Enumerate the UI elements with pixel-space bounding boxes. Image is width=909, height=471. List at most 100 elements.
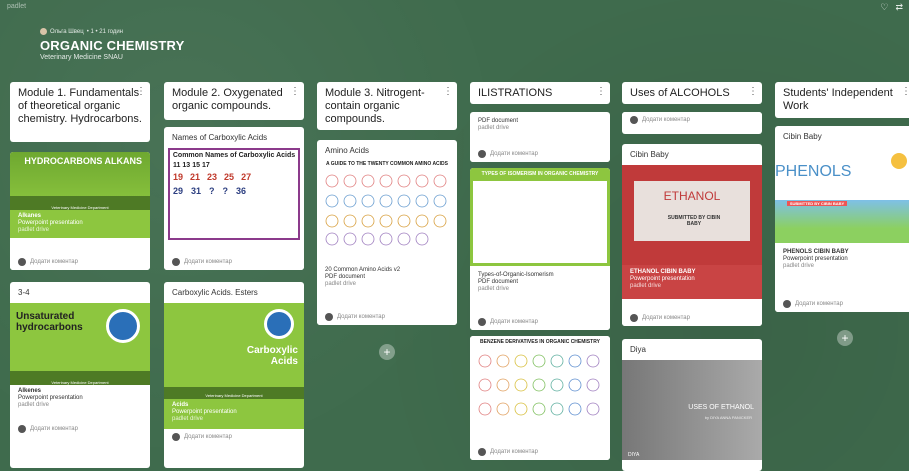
avatar[interactable] [40,28,47,35]
card-title: Cibin Baby [630,150,669,159]
avatar [783,300,791,308]
thumb-title: TYPES OF ISOMERISM IN ORGANIC CHEMISTRY [481,171,599,177]
add-comment[interactable]: Додати коментар [164,429,304,445]
column-independent-work: Students' Independent Work ⋮ [775,82,909,118]
attachment-source: padlet drive [478,286,510,292]
card-phenols[interactable]: Cibin Baby PHENOLS SUBMITTED BY CIBIN BA… [775,126,909,312]
board-title: ORGANIC CHEMISTRY [40,38,185,53]
thumb-title: HYDROCARBONS ALKANS [24,156,142,166]
column-heading[interactable]: Uses of ALCOHOLS ⋮ [622,82,762,104]
add-comment[interactable]: Додати коментар [775,296,909,312]
university-seal-icon [106,309,140,343]
card-alkanes[interactable]: HYDROCARBONS ALKANS Veterinary Medicine … [10,152,150,270]
attachment-type: Powerpoint presentation [18,220,83,226]
attachment-source: padlet drive [18,402,50,408]
thumb-footer: DIYA [628,452,640,458]
column-title: Students' Independent Work [783,87,893,112]
thumb-title: ETHANOL [663,189,721,203]
column-heading[interactable]: Module 3. Nitrogent-contain organic comp… [317,82,457,130]
attachment-source: padlet drive [325,281,357,287]
more-options-icon[interactable]: ⋮ [443,85,453,98]
add-comment-label: Додати коментар [184,434,232,440]
more-options-icon[interactable]: ⋮ [748,85,758,98]
card-thumbnail: ETHANOL SUBMITTED BY CIBIN BABY [622,165,762,265]
card-ethanol-cibin[interactable]: Cibin Baby ETHANOL SUBMITTED BY CIBIN BA… [622,144,762,326]
add-comment[interactable]: Додати коментар [622,310,762,326]
avatar [630,116,638,124]
add-comment[interactable]: Додати коментар [164,254,304,270]
avatar [172,433,180,441]
thumb-dept: Veterinary Medicine Department [51,205,109,210]
brand-logo[interactable]: padlet [7,3,26,10]
card-alkenes[interactable]: 3-4 Unsaturated hydrocarbons Veterinary … [10,282,150,468]
card-thumbnail: A GUIDE TO THE TWENTY COMMON AMINO ACIDS [320,161,454,261]
thumb-title: Common Names of Carboxylic Acids [172,152,296,159]
card-title: Carboxylic Acids. Esters [172,288,258,297]
thumb-subtitle: by DIYA ANNA PANICKER [704,415,752,420]
card-comment-only[interactable]: Додати коментар [622,112,762,134]
column-title: Module 1. Fundamentals of theoretical or… [18,87,142,125]
column-heading[interactable]: Module 2. Oxygenated organic compounds. … [164,82,304,120]
add-comment-label: Додати коментар [490,151,538,157]
column-heading[interactable]: Module 1. Fundamentals of theoretical or… [10,82,150,142]
add-comment[interactable]: Додати коментар [317,309,457,325]
column-alcohols: Uses of ALCOHOLS ⋮ [622,82,762,104]
column-module-3: Module 3. Nitrogent-contain organic comp… [317,82,457,130]
card-title: Cibin Baby [783,132,822,141]
university-seal-icon [264,309,294,339]
add-comment-label: Додати коментар [642,315,690,321]
card-amino-acids[interactable]: Amino Acids A GUIDE TO THE TWENTY COMMON… [317,140,457,325]
add-comment[interactable]: Додати коментар [10,421,150,437]
add-comment[interactable]: Додати коментар [470,146,610,162]
add-post-button[interactable]: + [379,344,395,360]
add-post-button[interactable]: + [837,330,853,346]
add-comment-label: Додати коментар [337,314,385,320]
card-info: ETHANOL CIBIN BABY Powerpoint presentati… [622,265,762,299]
thumb-subtitle: SUBMITTED BY CIBIN BABY [787,201,847,206]
card-info: Acids Powerpoint presentation padlet dri… [164,399,304,429]
card-title: Diya [630,345,647,354]
add-comment[interactable]: Додати коментар [470,444,610,460]
attachment-name: PHENOLS CIBIN BABY [783,249,849,255]
attachment-source: padlet drive [172,416,204,422]
attachment-name: Types-of-Organic-Isomerism [478,272,554,278]
attachment-type: PDF document [478,279,519,285]
card-thumbnail: USES OF ETHANOL by DIYA ANNA PANICKER DI… [622,360,762,460]
more-options-icon[interactable]: ⋮ [901,85,909,98]
attachment-type: PDF document [325,274,366,280]
card-info: Alkenes Powerpoint presentation padlet d… [10,385,150,421]
card-thumbnail: Carboxylic Acids Veterinary Medicine Dep… [164,303,304,399]
add-comment[interactable]: Додати коментар [470,314,610,330]
column-heading[interactable]: Students' Independent Work ⋮ [775,82,909,118]
more-options-icon[interactable]: ⋮ [290,85,300,98]
avatar [18,258,26,266]
card-thumbnail: PHENOLS SUBMITTED BY CIBIN BABY [775,147,909,243]
thumb-title: PHENOLS [775,163,852,180]
card-illustration-pdf[interactable]: PDF document padlet drive Додати комента… [470,112,610,162]
heart-icon[interactable]: ♡ [880,2,888,13]
card-carboxylic-names[interactable]: Names of Carboxylic Acids Common Names o… [164,127,304,270]
thumb-title: USES OF ETHANOL [688,404,754,411]
thumb-title: Unsaturated hydrocarbons [16,311,83,333]
card-thumbnail: TYPES OF ISOMERISM IN ORGANIC CHEMISTRY [470,168,610,266]
column-title: ILISTRATIONS [478,87,553,99]
thumb-grid: 11 13 15 17 [173,162,210,169]
attachment-name: ETHANOL CIBIN BABY [630,269,696,275]
thumb-title: Carboxylic Acids [246,345,298,367]
card-info: PDF document padlet drive [470,112,610,135]
attachment-source: padlet drive [630,283,662,289]
avatar [630,314,638,322]
add-comment[interactable]: Додати коментар [622,112,762,128]
column-heading[interactable]: ILISTRATIONS ⋮ [470,82,610,104]
add-comment[interactable]: Додати коментар [10,254,150,270]
card-benzene[interactable]: BENZENE DERIVATIVES IN ORGANIC CHEMISTRY… [470,336,610,460]
attachment-source: padlet drive [18,227,50,233]
card-isomerism[interactable]: TYPES OF ISOMERISM IN ORGANIC CHEMISTRY … [470,168,610,330]
share-icon[interactable]: ⇄ [895,2,903,13]
author-name[interactable]: Ольга Швец [50,29,84,35]
card-carboxylic-esters[interactable]: Carboxylic Acids. Esters Carboxylic Acid… [164,282,304,468]
more-options-icon[interactable]: ⋮ [136,85,146,98]
more-options-icon[interactable]: ⋮ [596,85,606,98]
avatar [18,425,26,433]
card-diya[interactable]: Diya USES OF ETHANOL by DIYA ANNA PANICK… [622,339,762,471]
